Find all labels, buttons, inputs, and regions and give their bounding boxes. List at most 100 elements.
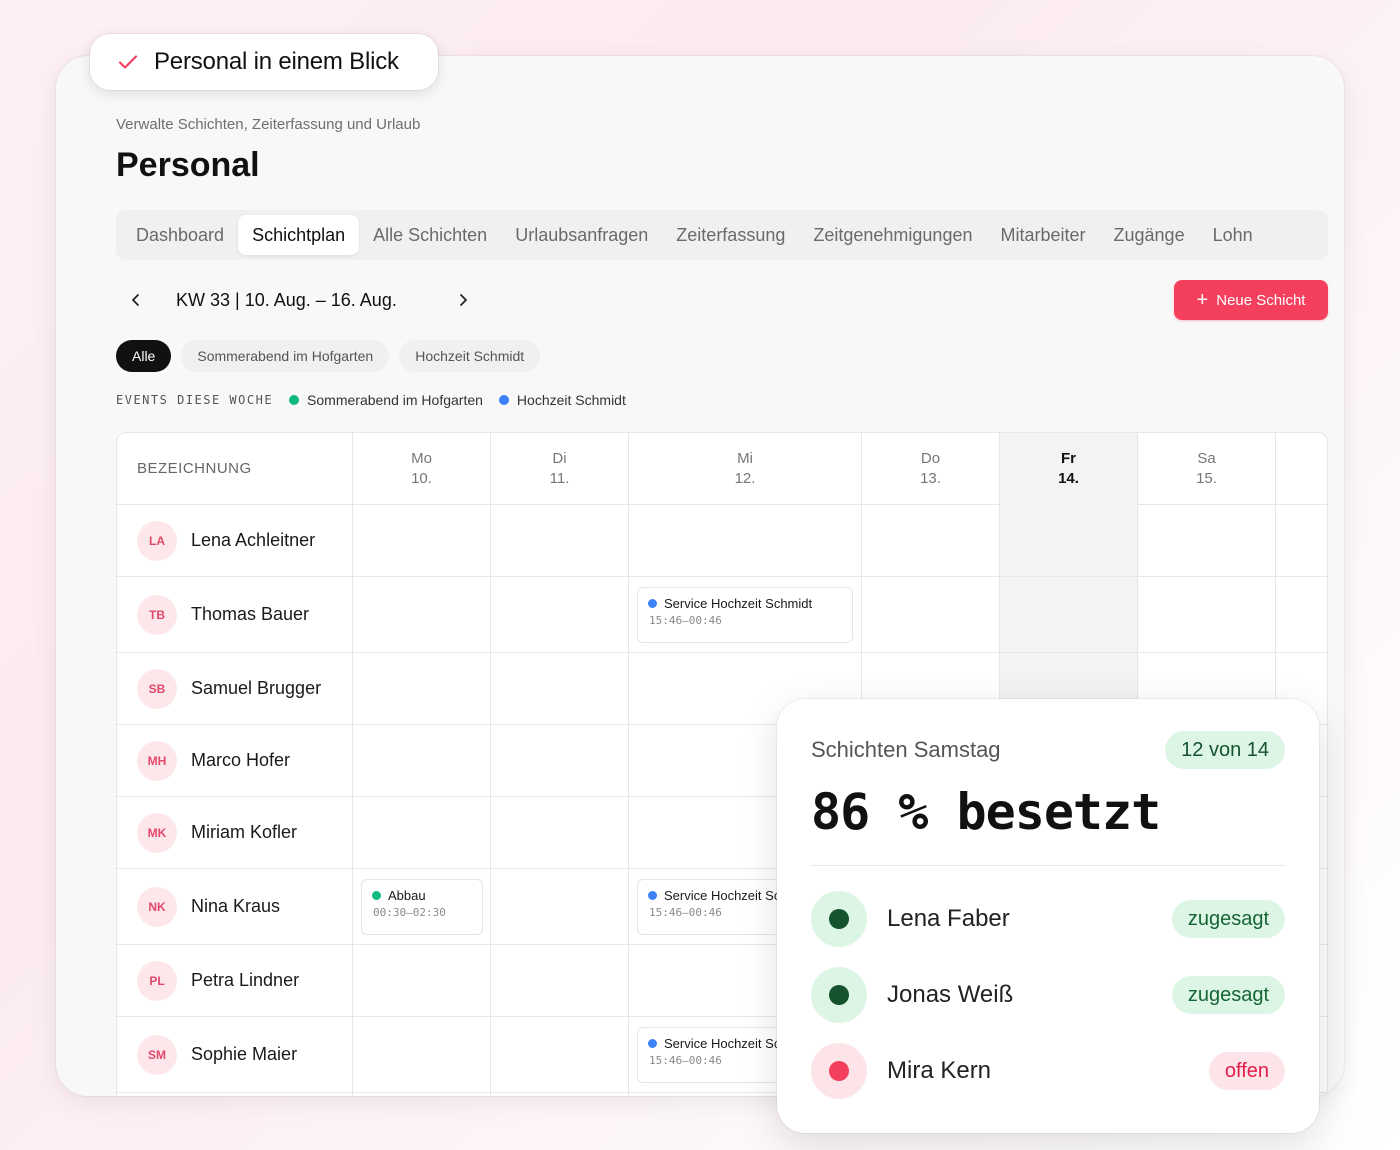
table-row: LA Lena Achleitner: [117, 505, 1327, 577]
plus-icon: +: [1196, 289, 1209, 311]
week-label: KW 33 | 10. Aug. – 16. Aug.: [176, 289, 397, 310]
status-indicator-icon: [811, 891, 867, 947]
event-legend-item: Sommerabend im Hofgarten: [289, 392, 483, 408]
tab-zeitgenehmigungen[interactable]: Zeitgenehmigungen: [799, 215, 986, 255]
avatar: MH: [137, 740, 177, 781]
occupancy-value: 86 % besetzt: [811, 783, 1161, 841]
column-header-day: [1276, 433, 1327, 505]
staff-name: Lena Faber: [887, 905, 1010, 932]
avatar: NK: [137, 886, 177, 927]
day-number: 15.: [1196, 470, 1217, 487]
event-color-dot: [372, 891, 381, 900]
event-name: Hochzeit Schmidt: [516, 392, 626, 408]
employee-cell[interactable]: MH Marco Hofer: [117, 725, 353, 796]
event-color-dot: [648, 1039, 657, 1048]
employee-cell[interactable]: LA Lena Achleitner: [117, 505, 353, 576]
shift-card[interactable]: Service Hochzeit Schmidt 15:46–00:46: [637, 587, 853, 643]
avatar: TB: [137, 594, 177, 635]
event-color-dot: [498, 395, 509, 405]
avatar: SM: [137, 1034, 177, 1075]
tab-dashboard[interactable]: Dashboard: [122, 215, 238, 255]
day-name: Di: [552, 450, 567, 467]
tab-bar: Dashboard Schichtplan Alle Schichten Urlaub…: [116, 210, 1328, 260]
new-shift-label: Neue Schicht: [1216, 291, 1306, 309]
employee-cell[interactable]: SM Sophie Maier: [117, 1017, 353, 1092]
saturday-shifts-card: Schichten Samstag 12 von 14 86 % besetzt…: [777, 699, 1319, 1133]
shift-title: Abbau: [372, 888, 472, 903]
next-week-button[interactable]: [443, 280, 483, 320]
staff-row: Lena Faber zugesagt: [811, 891, 1285, 947]
day-number: 11.: [549, 470, 570, 487]
event-color-dot: [648, 891, 657, 900]
employee-name: Nina Kraus: [191, 896, 281, 916]
column-header-day: Di 11.: [491, 433, 629, 505]
day-number: 14.: [1058, 470, 1079, 487]
avatar: PL: [137, 960, 177, 1001]
employee-name: Marco Hofer: [191, 750, 291, 770]
status-indicator-icon: [811, 1043, 867, 1099]
event-filters: Alle Sommerabend im Hofgarten Hochzeit Sch…: [116, 340, 541, 372]
filter-chip[interactable]: Alle: [116, 340, 172, 372]
staff-row: Jonas Weiß zugesagt: [811, 967, 1285, 1023]
day-name: Do: [920, 450, 941, 467]
prev-week-button[interactable]: [116, 280, 156, 320]
check-icon: [116, 50, 140, 74]
tab-zeiterfassung[interactable]: Zeiterfassung: [662, 215, 799, 255]
employee-name: Miriam Kofler: [191, 822, 298, 842]
avatar: SB: [137, 668, 177, 709]
tab-alle-schichten[interactable]: Alle Schichten: [359, 215, 501, 255]
tab-schichtplan[interactable]: Schichtplan: [238, 215, 360, 255]
column-header-name: BEZEICHNUNG: [117, 433, 353, 505]
event-color-dot: [289, 395, 300, 405]
employee-name: Samuel Brugger: [191, 678, 322, 698]
shift-time: 00:30–02:30: [373, 906, 446, 919]
status-badge: offen: [1208, 1052, 1285, 1090]
events-label: EVENTS DIESE WOCHE: [116, 393, 274, 407]
employee-cell[interactable]: TB Thomas Bauer: [117, 577, 353, 652]
employee-cell[interactable]: NK Nina Kraus: [117, 869, 353, 944]
day-name: Mi: [737, 450, 753, 467]
status-indicator-icon: [811, 967, 867, 1023]
chevron-right-icon: [459, 294, 467, 306]
column-header-day: Mi 12.: [629, 433, 862, 505]
grid-header: BEZEICHNUNG Mo 10. Di 11. Mi 12. Do 13. Fr 14. Sa 15…: [117, 433, 1327, 505]
employee-name: Thomas Bauer: [191, 604, 310, 624]
page-subtitle: Verwalte Schichten, Zeiterfassung und Ur…: [116, 116, 421, 133]
staff-name: Jonas Weiß: [887, 981, 1014, 1008]
shift-time: 15:46–00:46: [649, 614, 722, 627]
employee-cell[interactable]: SB Samuel Brugger: [117, 653, 353, 724]
event-color-dot: [648, 599, 657, 608]
staff-row: Mira Kern offen: [811, 1043, 1285, 1099]
column-header-day: Sa 15.: [1138, 433, 1276, 505]
tab-lohn[interactable]: Lohn: [1199, 215, 1267, 255]
day-name: Sa: [1197, 450, 1216, 467]
filter-chip[interactable]: Hochzeit Schmidt: [399, 340, 541, 372]
status-dot: [829, 1061, 849, 1081]
employee-name: Petra Lindner: [191, 970, 300, 990]
tab-urlaubsanfragen[interactable]: Urlaubsanfragen: [501, 215, 662, 255]
day-name: Mo: [411, 450, 432, 467]
event-legend-item: Hochzeit Schmidt: [498, 392, 626, 408]
status-badge: zugesagt: [1171, 900, 1285, 938]
employee-name: Sophie Maier: [191, 1044, 298, 1064]
day-number: 12.: [734, 470, 756, 487]
employee-cell[interactable]: PL Petra Lindner: [117, 945, 353, 1016]
day-number: 10.: [411, 470, 432, 487]
filter-chip[interactable]: Sommerabend im Hofgarten: [181, 340, 390, 372]
tab-zug-nge[interactable]: Zugänge: [1100, 215, 1199, 255]
employee-cell[interactable]: MK Miriam Kofler: [117, 797, 353, 868]
tab-mitarbeiter[interactable]: Mitarbeiter: [986, 215, 1099, 255]
divider: [811, 865, 1285, 866]
employee-name: Lena Achleitner: [191, 530, 316, 550]
chevron-left-icon: [132, 294, 139, 306]
popup-count-badge: 12 von 14: [1165, 731, 1285, 769]
day-name: Fr: [1061, 450, 1076, 467]
column-header-day: Mo 10.: [353, 433, 491, 505]
new-shift-button[interactable]: + Neue Schicht: [1174, 280, 1328, 320]
popup-title: Schichten Samstag: [811, 737, 1001, 762]
event-name: Sommerabend im Hofgarten: [307, 392, 483, 408]
shift-card[interactable]: Abbau 00:30–02:30: [361, 879, 483, 935]
page-title: Personal: [116, 146, 260, 184]
events-legend: EVENTS DIESE WOCHE Sommerabend im Hofgar…: [116, 392, 634, 408]
column-header-day: Do 13.: [862, 433, 1000, 505]
